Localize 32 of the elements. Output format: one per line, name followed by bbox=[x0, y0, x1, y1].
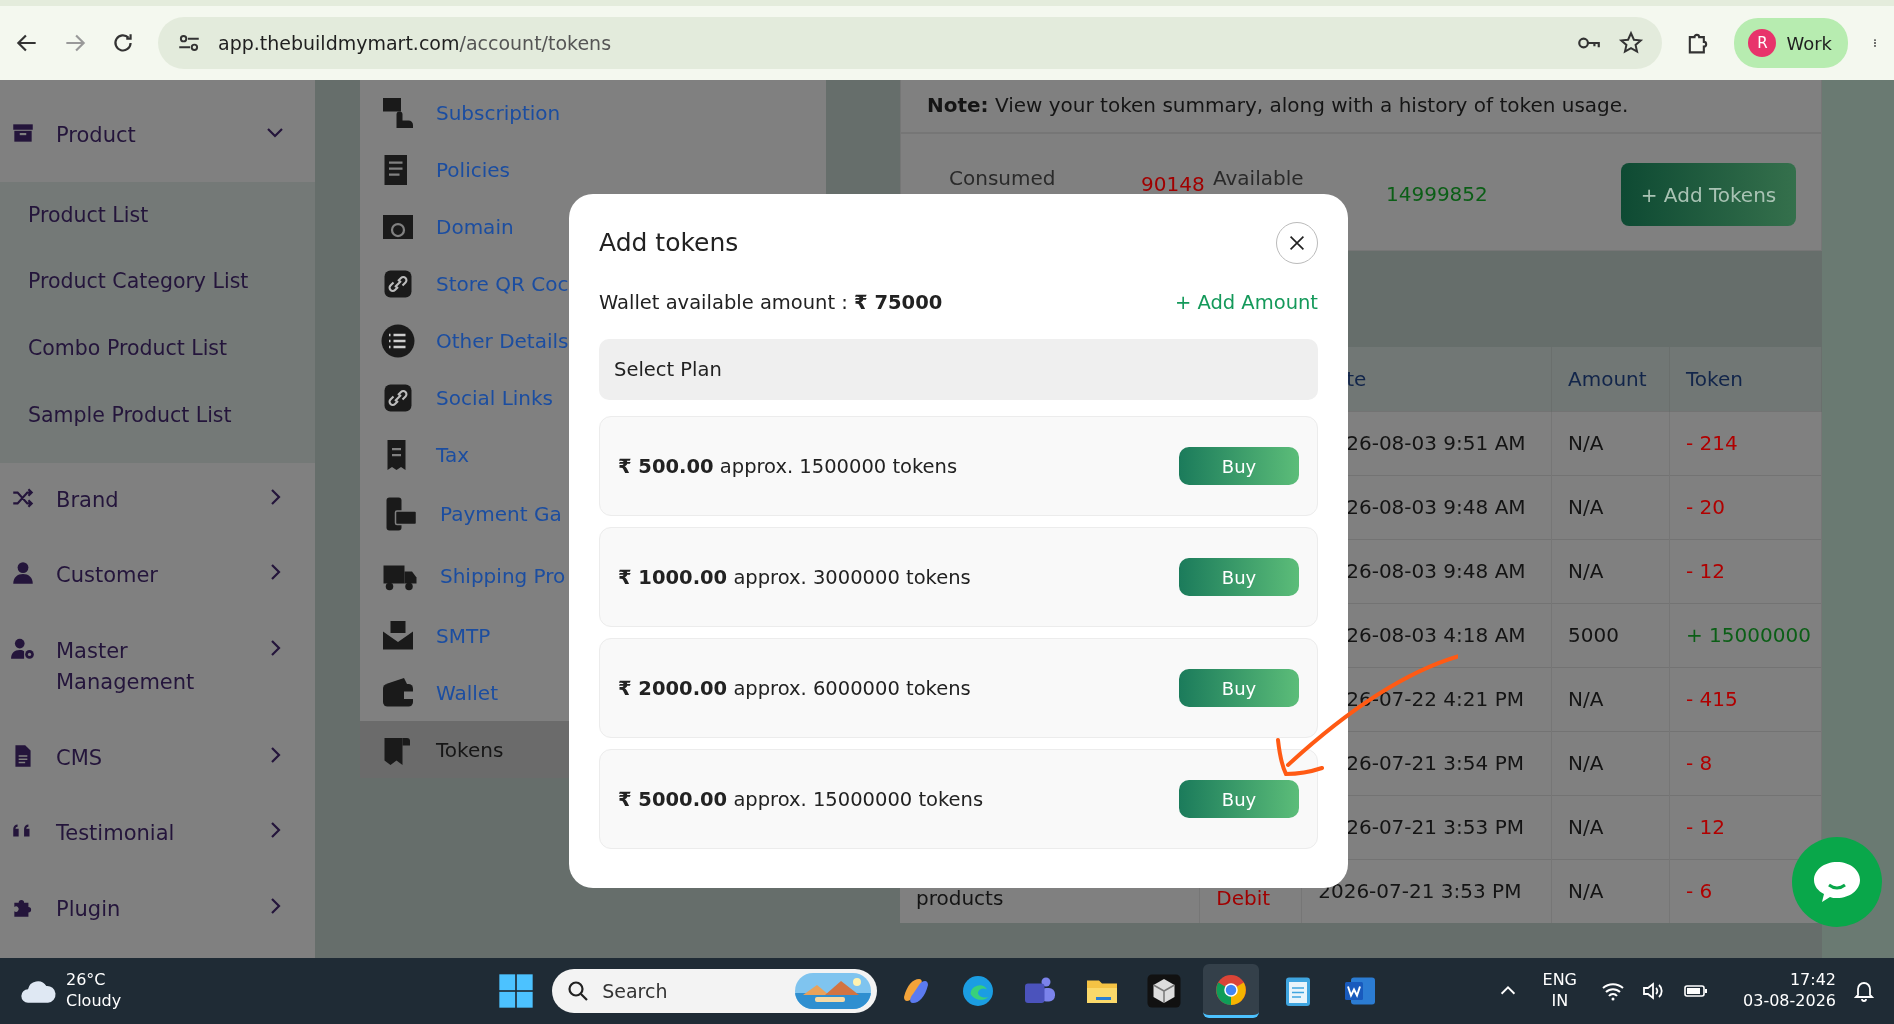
wallet-amount-text: Wallet available amount : ₹ 75000 bbox=[599, 290, 943, 316]
table-cell: N/A bbox=[1551, 667, 1670, 731]
column-header: Amount bbox=[1551, 347, 1670, 411]
table-cell: 2026-07-21 3:53 PM bbox=[1301, 859, 1552, 923]
available-label: Available bbox=[1213, 165, 1304, 192]
modal-title: Add tokens bbox=[599, 228, 739, 258]
table-cell: - 20 bbox=[1669, 475, 1822, 539]
plan-text: ₹ 500.00 approx. 1500000 tokens bbox=[618, 453, 958, 480]
temperature-text: 26°C bbox=[66, 970, 107, 991]
table-cell: N/A bbox=[1551, 795, 1670, 859]
note-text: Note: View your token summary, along with a history of token usage. bbox=[900, 80, 1822, 133]
available-value: 14999852 bbox=[1386, 181, 1488, 208]
consumed-value: 90148 bbox=[1141, 171, 1205, 198]
table-cell: N/A bbox=[1551, 411, 1670, 475]
plan-text: ₹ 1000.00 approx. 3000000 tokens bbox=[618, 564, 971, 591]
url-text: app.thebuildmymart.com/account/tokens bbox=[218, 30, 613, 56]
table-cell: N/A bbox=[1551, 859, 1670, 923]
plan-text: ₹ 5000.00 approx. 15000000 tokens bbox=[618, 786, 984, 813]
table-cell: N/A bbox=[1551, 731, 1670, 795]
consumed-label: Consumed bbox=[949, 165, 1056, 192]
table-cell: 5000 bbox=[1551, 603, 1670, 667]
table-cell: N/A bbox=[1551, 539, 1670, 603]
weather-text: Cloudy bbox=[66, 991, 122, 1012]
table-cell: - 8 bbox=[1669, 731, 1822, 795]
plan-text: ₹ 2000.00 approx. 6000000 tokens bbox=[618, 675, 971, 702]
table-cell: - 12 bbox=[1669, 795, 1822, 859]
table-cell: + 15000000 bbox=[1669, 603, 1822, 667]
table-cell: - 214 bbox=[1669, 411, 1822, 475]
table-cell: - 415 bbox=[1669, 667, 1822, 731]
table-cell: - 12 bbox=[1669, 539, 1822, 603]
table-cell: N/A bbox=[1551, 475, 1670, 539]
column-header: Token bbox=[1669, 347, 1822, 411]
